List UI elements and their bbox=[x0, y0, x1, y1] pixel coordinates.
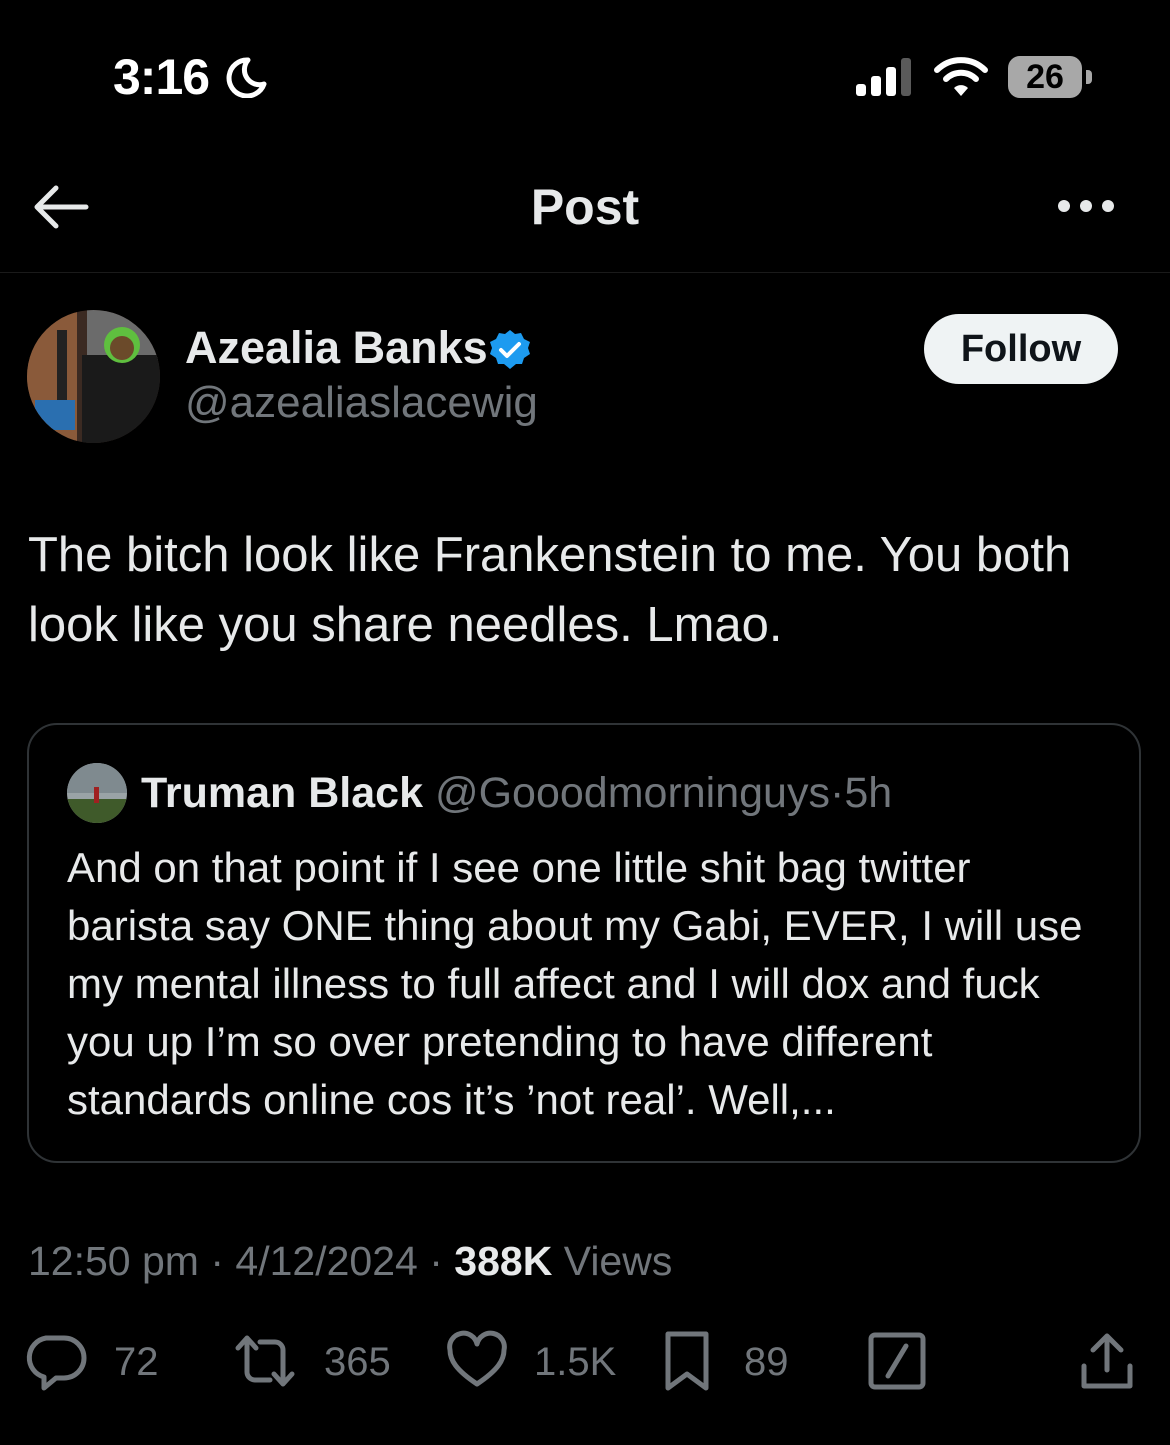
quoted-author-avatar[interactable] bbox=[67, 763, 127, 823]
reply-count: 72 bbox=[114, 1340, 159, 1384]
quoted-timestamp: 5h bbox=[844, 769, 893, 817]
author-avatar[interactable] bbox=[27, 310, 160, 443]
like-count: 1.5K bbox=[534, 1340, 617, 1384]
wifi-icon bbox=[934, 57, 988, 96]
views-count: 388K bbox=[454, 1238, 553, 1284]
top-navigation: Post bbox=[0, 150, 1170, 272]
bookmark-icon[interactable] bbox=[656, 1330, 718, 1392]
author-name[interactable]: Azealia Banks bbox=[185, 322, 488, 374]
action-bar: 72 365 1.5K 89 bbox=[0, 1330, 1170, 1400]
views-label: Views bbox=[563, 1238, 673, 1284]
tweet-text: The bitch look like Frankenstein to me. … bbox=[28, 528, 1072, 652]
quoted-author-name: Truman Black bbox=[141, 769, 423, 817]
repost-count: 365 bbox=[324, 1340, 391, 1384]
quoted-tweet-text: And on that point if I see one little sh… bbox=[67, 844, 1083, 1123]
verified-badge-icon bbox=[490, 330, 530, 369]
bookmark-count: 89 bbox=[744, 1340, 789, 1384]
more-options-icon[interactable] bbox=[1056, 190, 1116, 222]
reply-icon[interactable] bbox=[26, 1330, 88, 1392]
tweet-date: 4/12/2024 bbox=[235, 1238, 418, 1284]
repost-icon[interactable] bbox=[234, 1330, 296, 1392]
battery-indicator: 26 bbox=[1008, 56, 1094, 100]
meta-separator: · bbox=[429, 1238, 443, 1284]
battery-level: 26 bbox=[1026, 58, 1064, 96]
status-bar: 3:16 26 bbox=[0, 0, 1170, 150]
tweet-meta: 12:50 pm · 4/12/2024 · 388K Views bbox=[28, 1238, 672, 1285]
meta-separator: · bbox=[210, 1238, 225, 1284]
share-icon[interactable] bbox=[1076, 1330, 1138, 1392]
tweet-time: 12:50 pm bbox=[28, 1238, 199, 1284]
like-heart-icon[interactable] bbox=[446, 1330, 508, 1392]
follow-button[interactable]: Follow bbox=[924, 314, 1118, 384]
page-title: Post bbox=[530, 179, 640, 235]
cellular-signal-icon bbox=[856, 58, 911, 96]
quoted-tweet-card[interactable]: Truman Black @Gooodmorninguys·5h And on … bbox=[27, 723, 1141, 1163]
moon-icon bbox=[226, 57, 267, 98]
grok-icon[interactable] bbox=[866, 1330, 928, 1392]
author-handle[interactable]: @azealiaslacewig bbox=[185, 378, 538, 428]
quoted-separator: · bbox=[829, 769, 845, 817]
quoted-tweet-header: Truman Black @Gooodmorninguys·5h bbox=[141, 769, 892, 818]
status-time: 3:16 bbox=[113, 49, 210, 105]
quoted-author-handle: @Gooodmorninguys bbox=[434, 769, 830, 817]
header-divider bbox=[0, 272, 1170, 273]
